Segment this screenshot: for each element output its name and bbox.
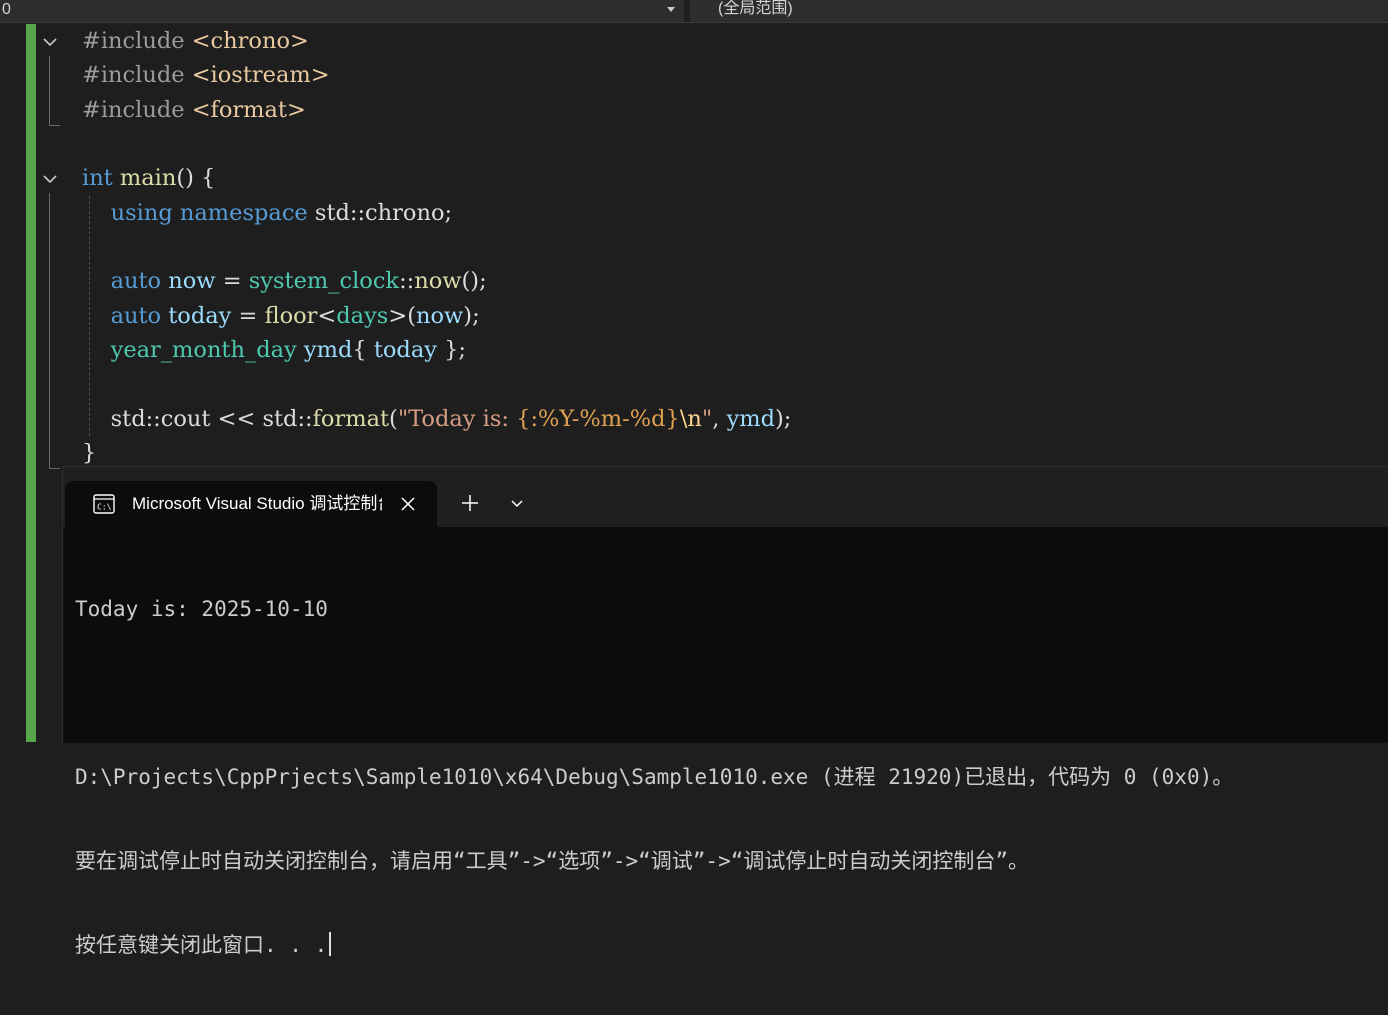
code-token: " (701, 406, 713, 432)
code-token: floor (264, 303, 318, 329)
code-token: >( (388, 303, 416, 329)
code-token: now (414, 268, 462, 294)
code-line[interactable]: int main() { (82, 161, 215, 195)
terminal-tab-strip: C:\ Microsoft Visual Studio 调试控制台 (63, 467, 1388, 527)
code-line[interactable]: #include <iostream> (82, 58, 330, 92)
code-token: year_month_day (110, 337, 297, 363)
terminal-tab-title: Microsoft Visual Studio 调试控制台 (132, 494, 382, 513)
chevron-down-icon[interactable] (508, 494, 526, 512)
code-token: namespace (179, 200, 308, 226)
fold-region-guide-end (49, 125, 60, 126)
svg-text:C:\: C:\ (97, 503, 112, 512)
terminal-line: 要在调试停止时自动关闭控制台，请启用“工具”->“选项”->“调试”->“调试停… (75, 849, 1029, 873)
code-token: ymd (303, 337, 353, 363)
code-token: = (231, 303, 265, 329)
terminal-output[interactable]: Today is: 2025-10-10 D:\Projects\CppPrje… (75, 539, 1388, 1015)
code-token: }; (436, 337, 467, 363)
navigation-bar: 0 (全局范围) (0, 0, 1388, 23)
console-icon: C:\ (93, 494, 115, 514)
terminal-line: Today is: 2025-10-10 (75, 597, 328, 621)
code-token: main (119, 165, 177, 191)
code-token: < (317, 303, 337, 329)
close-icon[interactable] (398, 494, 418, 514)
code-line[interactable]: std::cout << std::format("Today is: {:%Y… (82, 402, 792, 436)
code-token: today (168, 303, 232, 329)
terminal-line: D:\Projects\CppPrjects\Sample1010\x64\De… (75, 765, 1234, 789)
code-token: using (110, 200, 173, 226)
code-token: int (82, 165, 113, 191)
code-line[interactable]: auto now = system_clock::now(); (82, 264, 487, 298)
code-token: ); (463, 303, 480, 329)
scope-dropdown[interactable]: (全局范围) (690, 0, 1388, 22)
code-token: system_clock (248, 268, 400, 294)
code-token: ymd (726, 406, 776, 432)
code-token: \n (679, 406, 702, 432)
code-token: now (416, 303, 464, 329)
code-token: format (312, 406, 390, 432)
code-token: std::cout << std:: (82, 406, 313, 432)
fold-region-guide-end (49, 468, 60, 469)
plus-icon[interactable] (459, 492, 481, 514)
code-line[interactable]: #include <chrono> (82, 24, 309, 58)
code-token: days (336, 303, 389, 329)
code-token: ); (775, 406, 792, 432)
code-token: <chrono> (191, 28, 309, 54)
debug-console-window[interactable]: C:\ Microsoft Visual Studio 调试控制台 Today … (62, 466, 1388, 957)
code-token: #include (82, 62, 192, 88)
code-token: <iostream> (191, 62, 330, 88)
code-token: (); (461, 268, 487, 294)
project-dropdown-value: 0 (2, 1, 11, 18)
code-token: today (373, 337, 437, 363)
code-token: auto (110, 303, 162, 329)
fold-region-guide (49, 56, 50, 126)
code-line[interactable]: } (82, 436, 96, 470)
fold-chevron-down-icon[interactable] (42, 171, 58, 187)
code-token: #include (82, 28, 192, 54)
code-token: () { (176, 165, 216, 191)
code-token: ( (389, 406, 398, 432)
code-token: } (82, 440, 97, 466)
code-line[interactable]: using namespace std::chrono; (82, 196, 452, 230)
code-line[interactable]: year_month_day ymd{ today }; (82, 333, 466, 367)
scope-dropdown-value: (全局范围) (718, 0, 793, 17)
code-token: #include (82, 97, 192, 123)
code-token: { (352, 337, 374, 363)
chevron-down-icon (667, 7, 675, 12)
code-token: = (215, 268, 249, 294)
code-token: , (712, 406, 727, 432)
terminal-tab[interactable]: C:\ Microsoft Visual Studio 调试控制台 (65, 481, 437, 527)
code-token: std::chrono; (307, 200, 453, 226)
text-cursor (329, 932, 332, 956)
terminal-prompt-text: 按任意键关闭此窗口. . . (75, 933, 328, 957)
code-token: :: (399, 268, 415, 294)
fold-chevron-down-icon[interactable] (42, 34, 58, 50)
code-token: auto (110, 268, 162, 294)
project-dropdown[interactable]: 0 (0, 0, 684, 22)
terminal-line-prompt: 按任意键关闭此窗口. . . (75, 931, 1388, 959)
code-line[interactable]: auto today = floor<days>(now); (82, 299, 480, 333)
code-token: "Today is: (397, 406, 517, 432)
code-editor[interactable]: #include <chrono> #include <iostream> #inc… (0, 24, 1388, 474)
fold-region-guide (49, 193, 50, 469)
code-line[interactable]: #include <format> (82, 93, 306, 127)
code-token: {:%Y-%m-%d} (516, 406, 680, 432)
code-token: <format> (191, 97, 306, 123)
code-token: now (168, 268, 216, 294)
